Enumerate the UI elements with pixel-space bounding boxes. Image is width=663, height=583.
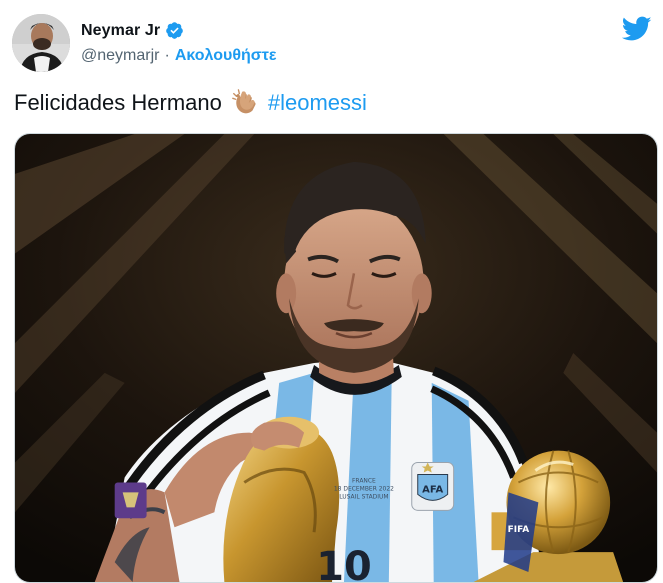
svg-text:10: 10 [316,544,371,582]
handle-row: @neymarjr · Ακολουθήστε [81,47,276,65]
avatar-image [12,14,70,72]
twitter-bird-icon[interactable] [622,16,652,42]
follow-button[interactable]: Ακολουθήστε [175,47,277,65]
user-handle[interactable]: @neymarjr [81,47,159,65]
avatar[interactable] [12,14,70,72]
tweet-body-text: Felicidades Hermano [14,90,222,115]
tweet-header: Neymar Jr @neymarjr · Ακολουθήστε [12,14,652,74]
hashtag-link[interactable]: #leomessi [268,90,367,116]
display-name-row: Neymar Jr [81,21,184,40]
afa-crest: AFA [411,462,455,511]
svg-text:FRANCE: FRANCE [352,477,376,484]
handle-separator: · [164,47,170,64]
photo-messi-trophy: AFA FRANCE 18 DECEMBER 2022 LUSAIL STADI… [15,134,657,582]
svg-text:FIFA: FIFA [508,525,530,535]
svg-text:LUSAIL STADIUM: LUSAIL STADIUM [339,493,388,500]
svg-text:18 DECEMBER 2022: 18 DECEMBER 2022 [334,485,394,492]
verified-badge-icon [166,22,183,39]
svg-text:AFA: AFA [422,484,443,495]
tweet-media[interactable]: AFA FRANCE 18 DECEMBER 2022 LUSAIL STADI… [14,133,658,583]
tweet-text: Felicidades Hermano #leomessi [14,88,367,118]
display-name[interactable]: Neymar Jr [81,22,160,40]
clapping-hands-icon [231,89,256,114]
